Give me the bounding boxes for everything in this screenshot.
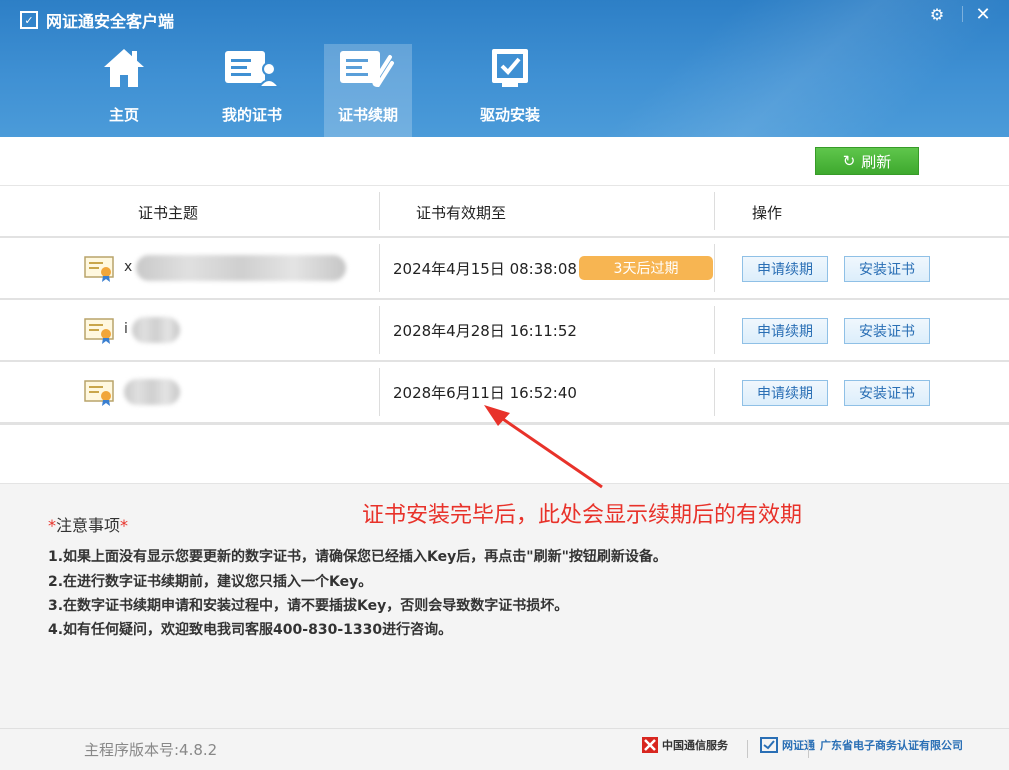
partner-name: 中国通信服务 xyxy=(662,739,728,752)
partner-netca: 网证通 xyxy=(760,737,815,753)
partner-china-comservice: 中国通信服务 xyxy=(642,737,728,753)
notes-title-star: * xyxy=(48,516,56,535)
partner-name: 网证通 xyxy=(782,739,815,752)
netca-logo-icon xyxy=(760,737,778,753)
annotation-text: 证书安装完毕后，此处会显示续期后的有效期 xyxy=(362,503,803,528)
note-item: 1.如果上面没有显示您要更新的数字证书，请确保您已经插入Key后，再点击"刷新"… xyxy=(48,549,667,565)
partner-name: 广东省电子商务认证有限公司 xyxy=(820,739,963,752)
note-item: 3.在数字证书续期申请和安装过程中，请不要插拔Key，否则会导致数字证书损坏。 xyxy=(48,598,569,614)
annotation-arrow xyxy=(484,405,603,489)
footer-divider xyxy=(747,740,748,758)
note-item: 4.如有任何疑问，欢迎致电我司客服400-830-1330进行咨询。 xyxy=(48,622,453,638)
version-label: 主程序版本号:4.8.2 xyxy=(84,741,218,759)
footer-divider xyxy=(808,740,809,758)
note-item: 2.在进行数字证书续期前，建议您只插入一个Key。 xyxy=(48,574,373,590)
notes-title: *注意事项* xyxy=(48,512,128,536)
notes-title-star: * xyxy=(120,516,129,535)
china-comservice-logo-icon xyxy=(642,737,658,753)
notes-title-text: 注意事项 xyxy=(56,516,121,535)
partner-guangdong-ca: 广东省电子商务认证有限公司 xyxy=(820,737,963,753)
